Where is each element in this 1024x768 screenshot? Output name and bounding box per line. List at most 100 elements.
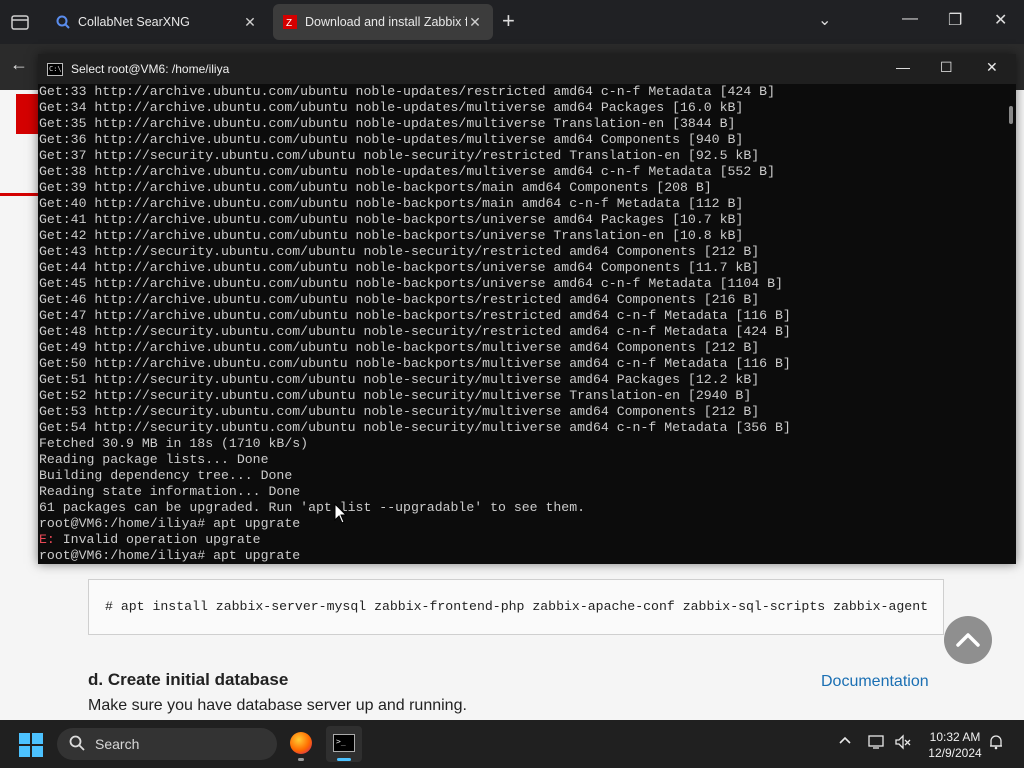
terminal-line: Get:40 http://archive.ubuntu.com/ubuntu … (39, 196, 1003, 212)
terminal-line: Get:48 http://security.ubuntu.com/ubuntu… (39, 324, 1003, 340)
terminal-line: Get:54 http://security.ubuntu.com/ubuntu… (39, 420, 1003, 436)
terminal-line: Get:43 http://security.ubuntu.com/ubuntu… (39, 244, 1003, 260)
terminal-line: Reading package lists... Done (39, 452, 1003, 468)
terminal-line-text: Get:44 http://archive.ubuntu.com/ubuntu … (39, 260, 760, 275)
terminal-line: 61 packages can be upgraded. Run 'apt li… (39, 500, 1003, 516)
chevron-up-icon (956, 633, 980, 647)
terminal-line-text: Get:46 http://archive.ubuntu.com/ubuntu … (39, 292, 760, 307)
terminal-line-text: Building dependency tree... Done (39, 468, 293, 483)
scrollbar-thumb[interactable] (1009, 106, 1013, 124)
section-heading: d. Create initial database (88, 670, 289, 689)
terminal-line: Get:47 http://archive.ubuntu.com/ubuntu … (39, 308, 1003, 324)
tab-label: Download and install Zabbix fo (305, 15, 467, 29)
terminal-line-text: Get:35 http://archive.ubuntu.com/ubuntu … (39, 116, 736, 131)
terminal-line: root@VM6:/home/iliya# apt upgrate (39, 548, 1003, 564)
taskbar-search[interactable]: Search (57, 728, 277, 760)
close-icon[interactable]: ✕ (467, 14, 483, 31)
terminal-line: Get:36 http://archive.ubuntu.com/ubuntu … (39, 132, 1003, 148)
terminal-line-text: Get:49 http://archive.ubuntu.com/ubuntu … (39, 340, 760, 355)
terminal-line-text: Get:34 http://archive.ubuntu.com/ubuntu … (39, 100, 744, 115)
terminal-line-text: Get:39 http://archive.ubuntu.com/ubuntu … (39, 180, 712, 195)
new-tab-button[interactable]: + (502, 10, 515, 32)
clock-date: 12/9/2024 (928, 746, 982, 760)
terminal-line: Get:52 http://security.ubuntu.com/ubuntu… (39, 388, 1003, 404)
browser-tab-bar: CollabNet SearXNG ✕ Z Download and insta… (0, 0, 1024, 44)
terminal-line: Get:38 http://archive.ubuntu.com/ubuntu … (39, 164, 1003, 180)
terminal-title-bar[interactable]: C:\ Select root@VM6: /home/iliya — ☐ ✕ (38, 54, 1016, 84)
terminal-line: Get:49 http://archive.ubuntu.com/ubuntu … (39, 340, 1003, 356)
terminal-line: Get:44 http://archive.ubuntu.com/ubuntu … (39, 260, 1003, 276)
tab-zabbix[interactable]: Z Download and install Zabbix fo ✕ (273, 4, 493, 40)
terminal-line-text: Get:47 http://archive.ubuntu.com/ubuntu … (39, 308, 791, 323)
clock-time: 10:32 AM (929, 730, 981, 744)
tab-searxng[interactable]: CollabNet SearXNG ✕ (46, 4, 268, 40)
tab-label: CollabNet SearXNG (78, 15, 190, 29)
minimize-icon[interactable]: — (896, 59, 910, 75)
terminal-line-text: Get:33 http://archive.ubuntu.com/ubuntu … (39, 84, 775, 99)
terminal-title: Select root@VM6: /home/iliya (71, 62, 230, 76)
terminal-line-text: Get:37 http://security.ubuntu.com/ubuntu… (39, 148, 760, 163)
firefox-icon (290, 732, 312, 754)
terminal-taskbar-button[interactable]: >_ (326, 726, 362, 762)
back-arrow-icon[interactable]: ← (10, 54, 28, 75)
maximize-icon[interactable]: ☐ (940, 59, 953, 76)
terminal-line: Get:53 http://security.ubuntu.com/ubuntu… (39, 404, 1003, 420)
search-label: Search (95, 736, 140, 752)
chevron-up-icon[interactable] (838, 734, 852, 752)
search-icon (69, 735, 85, 754)
terminal-line-text: Get:45 http://archive.ubuntu.com/ubuntu … (39, 276, 783, 291)
scroll-to-top-button[interactable] (944, 616, 992, 664)
mouse-cursor-icon (334, 503, 348, 524)
zabbix-logo[interactable] (16, 94, 40, 134)
terminal-line-text: Get:36 http://archive.ubuntu.com/ubuntu … (39, 132, 744, 147)
search-icon (56, 15, 70, 29)
close-icon[interactable]: ✕ (986, 59, 998, 76)
terminal-icon: >_ (333, 734, 355, 752)
section-text: Make sure you have database server up an… (88, 697, 467, 714)
accent-line (0, 193, 40, 196)
terminal-line: Get:37 http://security.ubuntu.com/ubuntu… (39, 148, 1003, 164)
terminal-output[interactable]: Get:33 http://archive.ubuntu.com/ubuntu … (39, 84, 1003, 564)
windows-start-icon[interactable] (19, 733, 43, 757)
terminal-line-text: Get:38 http://archive.ubuntu.com/ubuntu … (39, 164, 775, 179)
terminal-scrollbar[interactable] (1004, 84, 1016, 564)
terminal-line: root@VM6:/home/iliya# apt upgrate (39, 516, 1003, 532)
terminal-line: Get:33 http://archive.ubuntu.com/ubuntu … (39, 84, 1003, 100)
terminal-line-text: Get:42 http://archive.ubuntu.com/ubuntu … (39, 228, 744, 243)
zabbix-favicon-icon: Z (283, 15, 297, 29)
tab-list-icon[interactable] (8, 10, 32, 34)
terminal-line: Fetched 30.9 MB in 18s (1710 kB/s) (39, 436, 1003, 452)
install-command-block[interactable]: # apt install zabbix-server-mysql zabbix… (88, 579, 944, 635)
terminal-window[interactable]: C:\ Select root@VM6: /home/iliya — ☐ ✕ G… (38, 54, 1016, 564)
terminal-line: Get:35 http://archive.ubuntu.com/ubuntu … (39, 116, 1003, 132)
notification-bell-icon[interactable] (988, 734, 1004, 754)
chevron-down-icon[interactable]: ⌄ (818, 10, 831, 30)
terminal-line-text: Get:48 http://security.ubuntu.com/ubuntu… (39, 324, 791, 339)
volume-muted-icon[interactable] (894, 734, 912, 754)
terminal-line-text: Get:51 http://security.ubuntu.com/ubuntu… (39, 372, 760, 387)
network-icon[interactable] (868, 734, 886, 754)
terminal-line-text: Reading state information... Done (39, 484, 301, 499)
terminal-line-text: Get:40 http://archive.ubuntu.com/ubuntu … (39, 196, 744, 211)
firefox-taskbar-button[interactable] (283, 726, 319, 762)
taskbar: Search >_ 10:32 AM 12/9/2024 (0, 720, 1024, 768)
restore-icon[interactable]: ❐ (948, 10, 962, 30)
terminal-line: Get:46 http://archive.ubuntu.com/ubuntu … (39, 292, 1003, 308)
svg-text:Z: Z (286, 18, 292, 29)
close-icon[interactable]: ✕ (242, 14, 258, 31)
terminal-line: Get:34 http://archive.ubuntu.com/ubuntu … (39, 100, 1003, 116)
close-window-icon[interactable]: ✕ (994, 10, 1007, 30)
documentation-link[interactable]: Documentation (821, 673, 929, 691)
terminal-line-text: root@VM6:/home/iliya# apt upgrate (39, 516, 301, 531)
terminal-line-text: Invalid operation upgrate (54, 532, 261, 547)
terminal-line: Get:50 http://archive.ubuntu.com/ubuntu … (39, 356, 1003, 372)
system-clock[interactable]: 10:32 AM 12/9/2024 (920, 729, 990, 761)
terminal-line: Building dependency tree... Done (39, 468, 1003, 484)
terminal-line-text: Get:43 http://security.ubuntu.com/ubuntu… (39, 244, 760, 259)
terminal-line: E: Invalid operation upgrate (39, 532, 1003, 548)
terminal-line: Get:39 http://archive.ubuntu.com/ubuntu … (39, 180, 1003, 196)
terminal-line-text: root@VM6:/home/iliya# apt upgrate (39, 548, 301, 563)
terminal-line-text: Reading package lists... Done (39, 452, 269, 467)
error-prefix: E: (39, 532, 55, 547)
minimize-icon[interactable]: — (902, 10, 918, 28)
